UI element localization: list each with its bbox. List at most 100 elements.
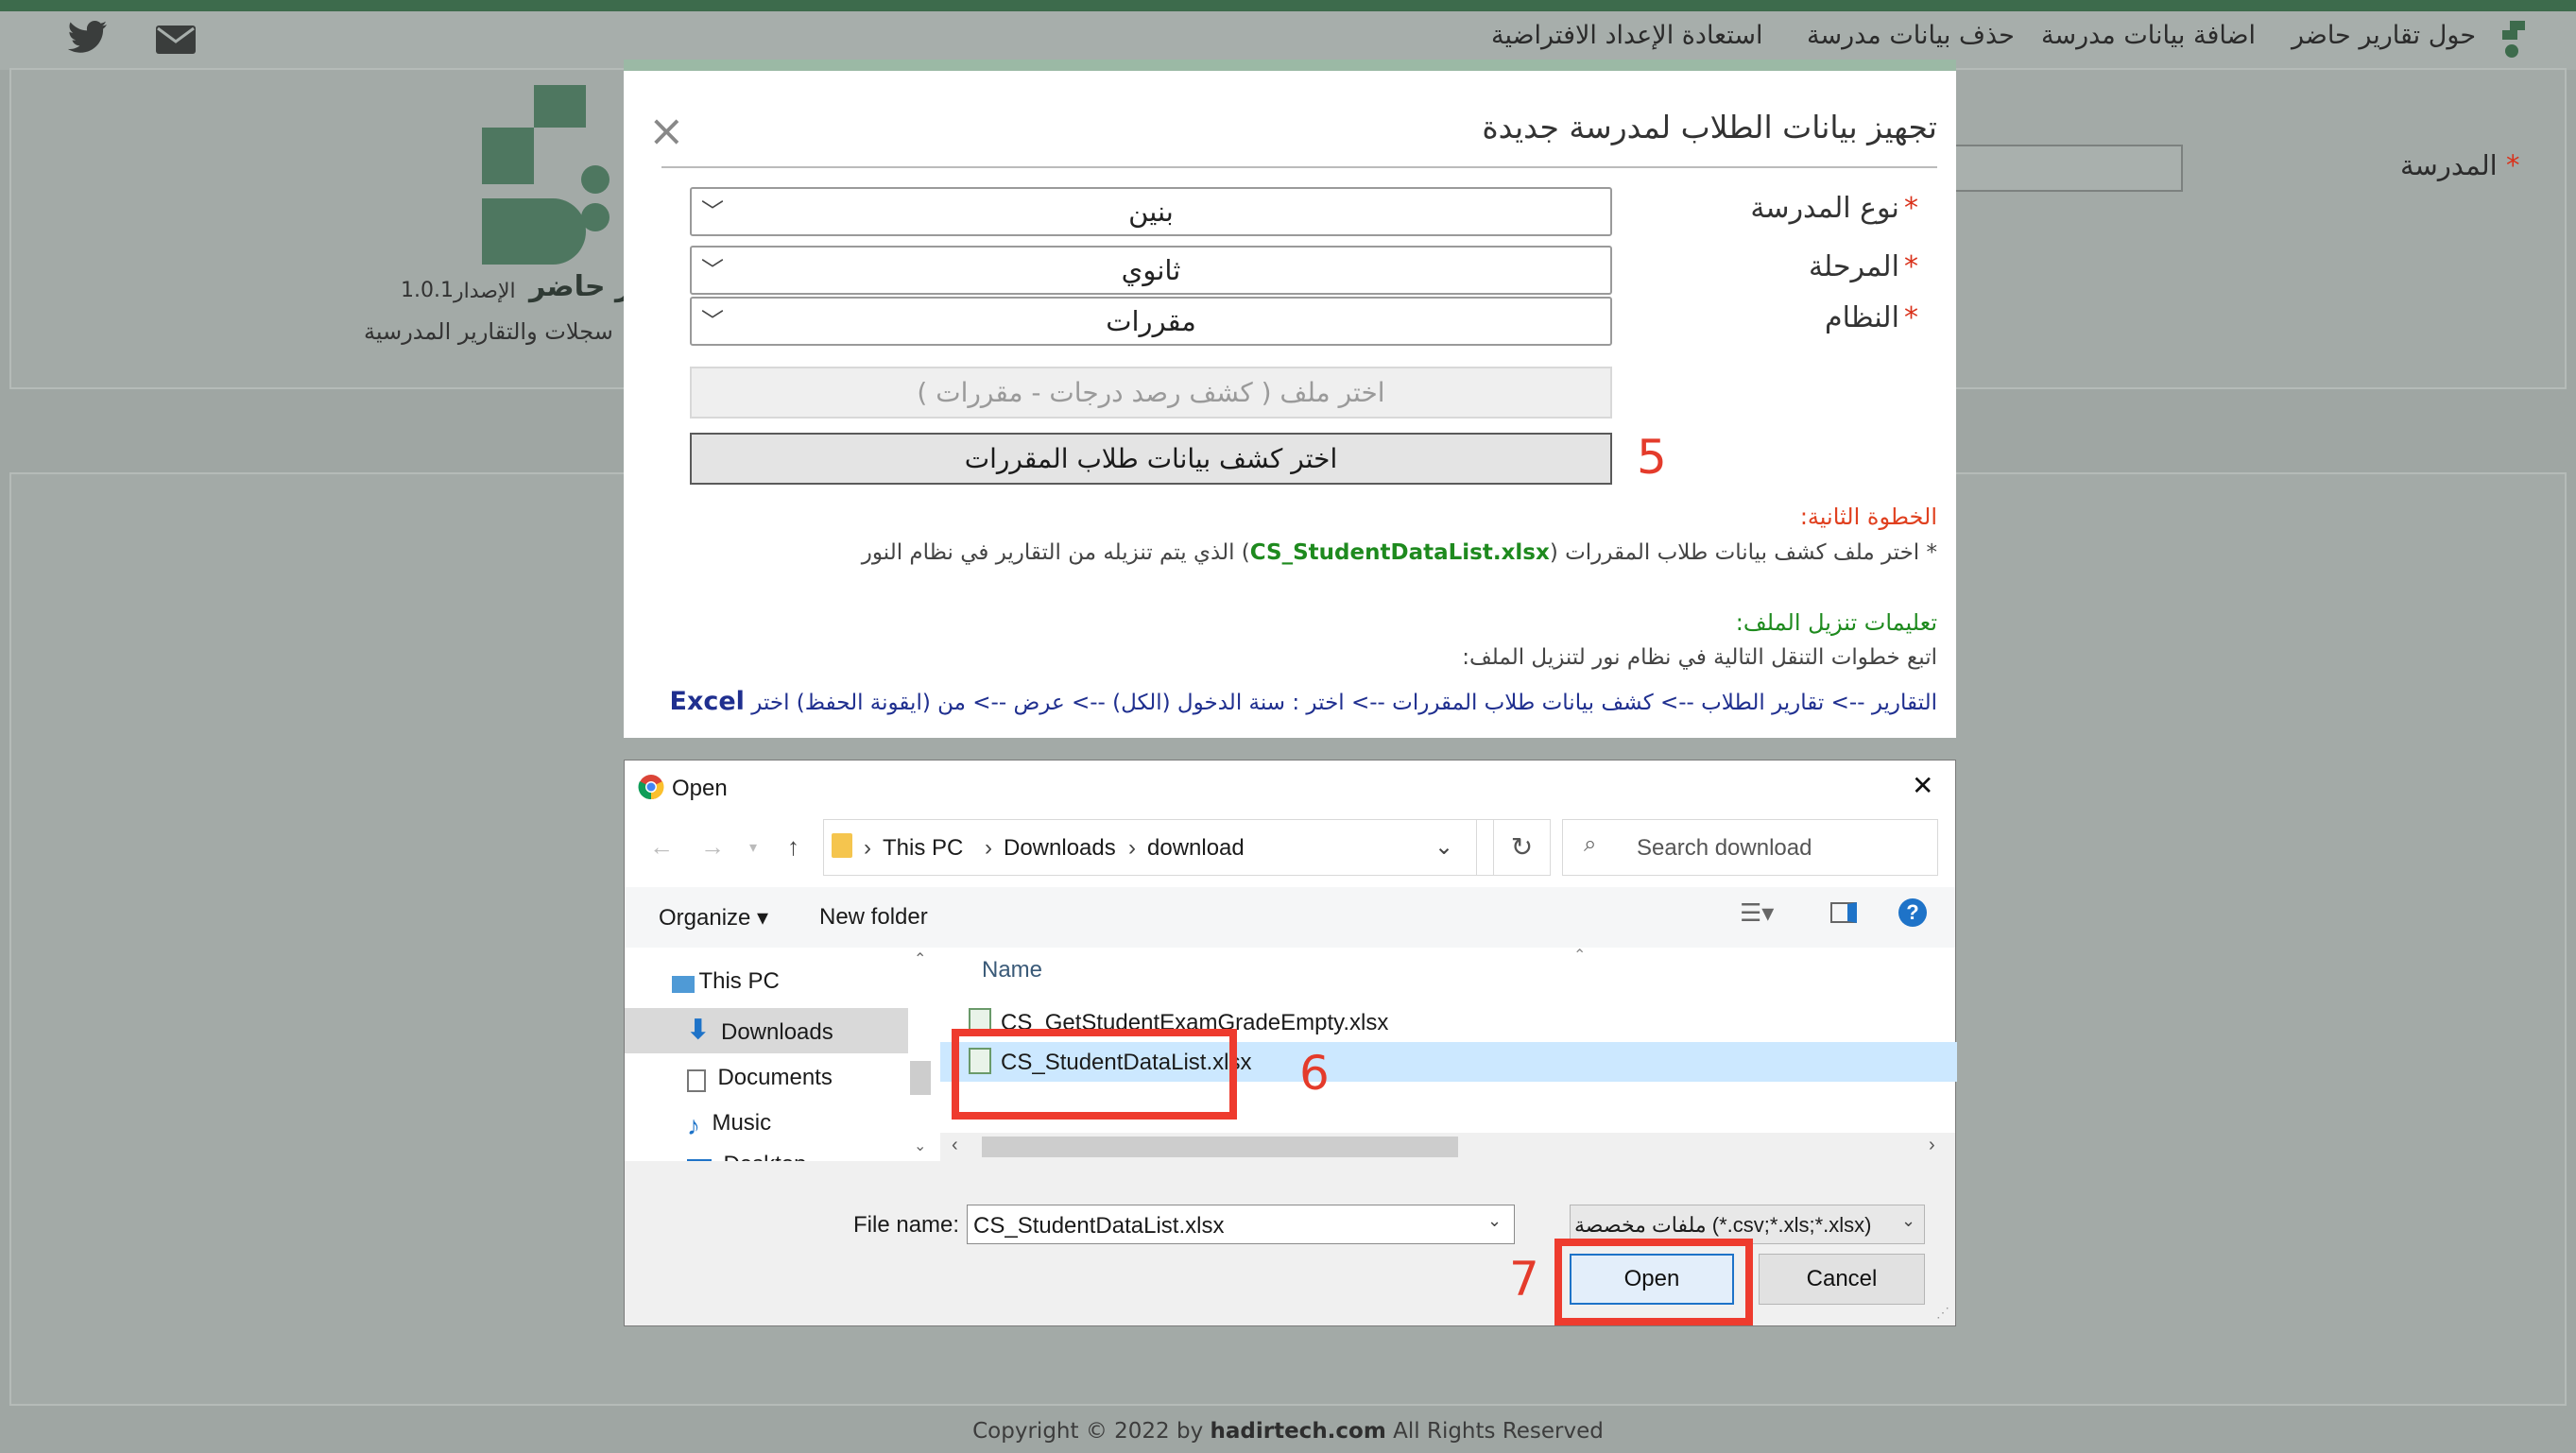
annotation-box-7	[1554, 1239, 1753, 1325]
search-placeholder: Search download	[1637, 835, 1812, 861]
mail-icon[interactable]	[155, 25, 197, 59]
step-text-before: * اختر ملف كشف بيانات طلاب المقررات (	[1549, 540, 1937, 565]
music-note-icon: ♪	[687, 1110, 700, 1140]
cancel-button[interactable]: Cancel	[1759, 1254, 1925, 1305]
chevron-down-icon[interactable]: ⌄	[1487, 1211, 1502, 1231]
setup-modal: تجهيز بيانات الطلاب لمدرسة جديدة × * نوع…	[624, 60, 1956, 738]
nav-add-school[interactable]: اضافة بيانات مدرسة	[2041, 21, 2256, 50]
grades-file-button[interactable]: اختر ملف ( كشف رصد درجات - مقررات )	[690, 367, 1612, 419]
file-list-hscrollbar[interactable]: ‹ ›	[940, 1133, 1955, 1161]
dialog-close-button[interactable]: ✕	[1912, 770, 1933, 801]
back-arrow-icon[interactable]: ←	[649, 832, 674, 862]
up-arrow-icon[interactable]: ↑	[787, 832, 799, 862]
footer-suffix: All Rights Reserved	[1385, 1419, 1604, 1444]
annotation-7: 7	[1509, 1252, 1539, 1307]
field-system-label: * النظام	[1825, 301, 1918, 334]
modal-title: تجهيز بيانات الطلاب لمدرسة جديدة	[1482, 109, 1937, 145]
new-folder-button[interactable]: New folder	[819, 904, 928, 931]
field-label: النظام	[1825, 301, 1899, 334]
navigation-path-excel: Excel	[669, 687, 745, 716]
school-label-text: المدرسة	[2400, 149, 2498, 181]
nav-item-downloads[interactable]: ⬇ Downloads	[625, 1008, 908, 1053]
preview-pane-icon[interactable]	[1830, 902, 1857, 923]
stage-select[interactable]: ﹀ ثانوي	[690, 246, 1612, 295]
nav-item-music[interactable]: ♪ Music	[687, 1110, 771, 1141]
tagline: سجلات والتقارير المدرسية	[364, 318, 613, 345]
view-options-icon[interactable]: ☰▾	[1740, 898, 1774, 928]
modal-close-button[interactable]: ×	[648, 105, 685, 156]
nav-scrollbar[interactable]: ⌃ ⌄	[908, 948, 933, 1161]
chevron-down-icon: ﹀	[701, 308, 724, 334]
hscroll-thumb[interactable]	[982, 1137, 1458, 1157]
chevron-down-icon: ﹀	[701, 198, 724, 225]
school-type-select[interactable]: ﹀ بنين	[690, 187, 1612, 236]
system-select[interactable]: ﹀ مقررات	[690, 297, 1612, 346]
nav-item-documents[interactable]: Documents	[687, 1065, 833, 1092]
nav-restore-defaults[interactable]: استعادة الإعداد الافتراضية	[1491, 21, 1762, 50]
breadcrumb-sep-icon: ›	[1128, 835, 1136, 861]
resize-grip-icon[interactable]: ⋰	[1936, 1305, 1949, 1321]
twitter-icon[interactable]	[67, 21, 108, 59]
nav-item-desktop[interactable]: Desktop	[687, 1152, 807, 1161]
organize-button[interactable]: Organize ▾	[659, 904, 768, 932]
filename-value: CS_StudentDataList.xlsx	[973, 1213, 1225, 1239]
nav-item-label: This PC	[698, 968, 780, 994]
required-mark: *	[1904, 301, 1918, 334]
breadcrumb-this-pc[interactable]: This PC	[883, 835, 963, 862]
site-logo-icon[interactable]	[2495, 17, 2533, 60]
forward-arrow-icon[interactable]: →	[700, 832, 725, 862]
scroll-up-icon[interactable]: ⌃	[914, 949, 926, 968]
nav-delete-school[interactable]: حذف بيانات مدرسة	[1807, 21, 2015, 50]
footer: Copyright © 2022 by hadirtech.com All Ri…	[0, 1419, 2576, 1444]
open-file-dialog: Open ✕ ← → ▾ ↑ › This PC › Downloads › d…	[624, 760, 1957, 1326]
document-icon	[687, 1068, 706, 1092]
chevron-down-icon: ⌄	[1901, 1211, 1916, 1230]
filename-label: File name:	[853, 1212, 960, 1238]
filetype-value: ملفات مخصصة (*.csv;*.xls;*.xlsx)	[1574, 1213, 1872, 1237]
annotation-5: 5	[1637, 430, 1667, 485]
nav-pane: This PC ⬇ Downloads Documents ♪ Music De…	[625, 948, 908, 1161]
footer-link[interactable]: hadirtech.com	[1211, 1419, 1386, 1444]
search-box[interactable]: ⌕ Search download	[1562, 819, 1938, 876]
navigation-path-text: التقارير --> تقارير الطلاب --> كشف بيانا…	[751, 691, 1937, 715]
field-label: نوع المدرسة	[1750, 192, 1899, 225]
field-label: المرحلة	[1808, 250, 1899, 283]
scroll-left-icon[interactable]: ‹	[952, 1135, 958, 1156]
breadcrumb-download[interactable]: download	[1147, 835, 1245, 862]
step-filename: CS_StudentDataList.xlsx	[1249, 540, 1550, 565]
nav-item-this-pc[interactable]: This PC	[672, 968, 780, 995]
required-mark: *	[1904, 250, 1918, 283]
step-text: * اختر ملف كشف بيانات طلاب المقررات (CS_…	[862, 540, 1937, 565]
download-heading: تعليمات تنزيل الملف:	[1735, 609, 1937, 636]
download-intro: اتبع خطوات التنقل التالية في نظام نور لت…	[1462, 645, 1937, 670]
chrome-icon	[638, 774, 664, 805]
scroll-right-icon[interactable]: ›	[1929, 1135, 1935, 1156]
recent-dropdown-icon[interactable]: ▾	[749, 838, 757, 857]
refresh-button[interactable]: ↻	[1494, 819, 1551, 876]
school-input[interactable]	[1947, 145, 2183, 192]
nav-item-label: Desktop	[723, 1152, 806, 1161]
nav-about[interactable]: حول تقارير حاضر	[2292, 21, 2476, 50]
student-data-file-button[interactable]: اختر كشف بيانات طلاب المقررات	[690, 433, 1612, 485]
annotation-box-6	[952, 1029, 1237, 1120]
version-number: 1.0.1	[401, 279, 454, 302]
column-header-name[interactable]: Name	[982, 957, 1042, 983]
navigation-path: التقارير --> تقارير الطلاب --> كشف بيانا…	[670, 687, 1938, 716]
nav-item-label: Music	[712, 1110, 772, 1136]
breadcrumb-downloads[interactable]: Downloads	[1004, 835, 1116, 862]
select-value: ثانوي	[1121, 254, 1181, 286]
scroll-thumb[interactable]	[910, 1061, 931, 1095]
scroll-down-icon[interactable]: ⌄	[914, 1137, 926, 1155]
sort-arrow-icon: ⌃	[1573, 948, 1587, 964]
address-divider	[1476, 820, 1477, 875]
chevron-down-icon[interactable]: ⌄	[1434, 833, 1453, 861]
breadcrumb-sep-icon: ›	[985, 835, 992, 861]
select-value: مقررات	[1106, 305, 1196, 337]
top-accent-bar	[0, 0, 2576, 11]
required-mark: *	[1904, 192, 1918, 225]
address-bar[interactable]: › This PC › Downloads › download ⌄	[823, 819, 1494, 876]
help-icon[interactable]: ?	[1898, 898, 1927, 927]
nav-item-label: Downloads	[721, 1019, 833, 1045]
filename-input[interactable]: CS_StudentDataList.xlsx ⌄	[967, 1205, 1515, 1244]
school-label: المدرسة *	[2400, 149, 2520, 181]
